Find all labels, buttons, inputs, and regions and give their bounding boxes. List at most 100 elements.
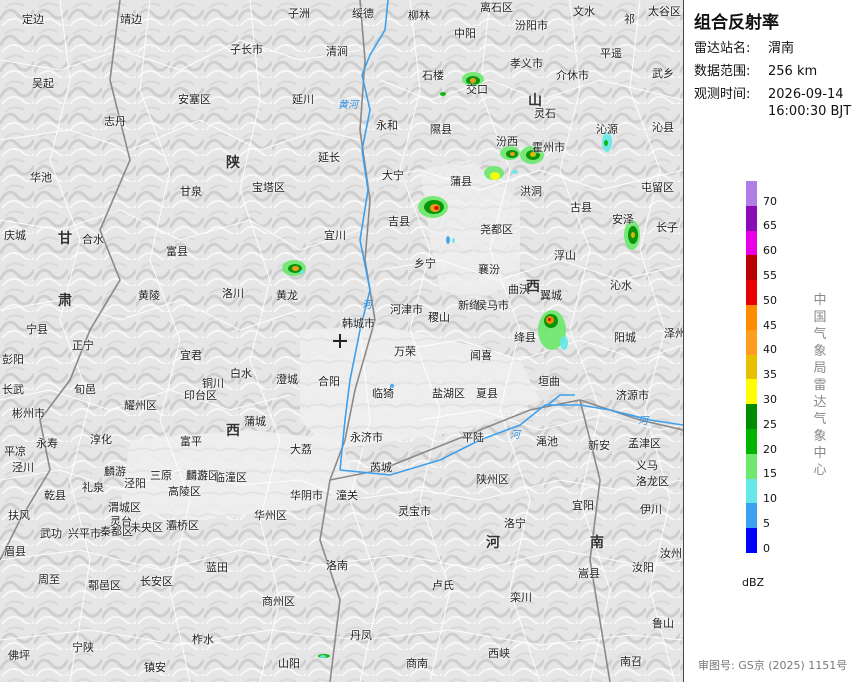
place-label: 靖边 (120, 13, 142, 26)
place-label: 富县 (166, 245, 188, 258)
place-label: 泾川 (12, 461, 34, 474)
place-label: 印台区 (184, 389, 217, 402)
place-label: 庆城 (4, 229, 26, 242)
place-label: 太谷区 (648, 5, 681, 18)
place-label: 宁陕 (72, 641, 94, 654)
place-label: 商南 (406, 657, 428, 670)
legend-swatch (746, 503, 757, 529)
radar-echo (631, 232, 635, 238)
place-label: 古县 (570, 201, 592, 214)
place-label: 栾川 (510, 591, 532, 604)
radar-map[interactable]: 定边 靖边 子洲 绥德 柳林 离石区 文水祁太谷区 中阳 汾阳市 子长市 清涧 孝义市 平遥 吴起 安塞区延… (0, 0, 683, 682)
map-approval-number: 审图号: GS京 (2025) 1151号 (698, 659, 848, 672)
product-title: 组合反射率 (694, 13, 779, 33)
place-label: 平陆 (462, 431, 484, 444)
radar-echo (560, 336, 568, 350)
region-label: 甘 (58, 231, 72, 247)
place-label: 永和 (376, 119, 398, 132)
place-label: 盐湖区 (432, 387, 465, 400)
place-label: 义马 (636, 459, 658, 472)
place-label: 泾阳 (124, 477, 146, 490)
region-label: 陕 (226, 155, 240, 171)
place-label: 翼城 (540, 289, 562, 302)
legend-swatch (746, 429, 757, 455)
place-label: 延川 (292, 93, 314, 106)
radar-echo (440, 92, 446, 96)
radar-site-marker (333, 334, 347, 348)
legend-value: 65 (763, 219, 777, 233)
place-label: 交口 (466, 83, 488, 96)
legend-value: 10 (763, 492, 777, 506)
place-label: 沁源 (596, 123, 618, 136)
place-label: 乡宁 (414, 257, 436, 270)
legend-value: 30 (763, 393, 777, 407)
place-label: 灵石 (534, 107, 556, 120)
legend-swatch (746, 354, 757, 380)
radar-echo (490, 172, 500, 180)
place-label: 闻喜 (470, 349, 492, 362)
range-label: 数据范围: (694, 64, 751, 79)
place-label: 鲁山 (652, 617, 674, 630)
legend-swatch (746, 205, 757, 232)
radar-echo (300, 270, 304, 274)
info-panel: 组合反射率 雷达站名: 渭南 数据范围: 256 km 观测时间: 2026-09-1… (683, 0, 860, 682)
place-label: 黄龙 (276, 289, 298, 302)
legend-value: 70 (763, 194, 777, 208)
place-label: 吴起 (32, 77, 54, 90)
place-label: 合水 (82, 233, 104, 246)
place-label: 万荣 (394, 345, 416, 358)
place-label: 蓝田 (206, 561, 228, 574)
legend-value: 20 (763, 442, 777, 456)
place-label: 周至 (38, 573, 60, 586)
place-label: 清涧 (326, 45, 348, 58)
place-label: 汾阳市 (515, 19, 548, 32)
place-label: 宜君 (180, 349, 202, 362)
range-row: 数据范围: 256 km (694, 63, 817, 80)
radar-echo (452, 238, 455, 243)
place-label: 灵台 (110, 515, 132, 528)
place-label: 武功 (40, 527, 62, 540)
place-label: 华阴市 (290, 489, 323, 502)
place-label: 平凉 (4, 445, 26, 458)
place-label: 济源市 (616, 389, 649, 402)
place-label: 大宁 (382, 169, 404, 182)
place-label: 祁 (624, 13, 635, 26)
legend-swatch (746, 478, 757, 504)
place-label: 孟津区 (628, 437, 661, 450)
place-label: 丹凤 (350, 629, 372, 642)
place-label: 山阳 (278, 657, 300, 670)
place-label: 麟游 (104, 465, 126, 478)
place-label: 鄠邑区 (88, 579, 121, 592)
place-label: 汝阳 (632, 561, 654, 574)
place-label: 富平 (180, 435, 202, 448)
place-label: 宜阳 (572, 499, 594, 512)
legend-value: 55 (763, 269, 777, 283)
place-label: 稷山 (428, 311, 450, 324)
legend-swatch (746, 280, 757, 306)
legend-swatch (746, 404, 757, 430)
place-label: 淳化 (90, 433, 112, 446)
place-label: 韩城市 (342, 317, 375, 330)
place-label: 黄陵 (138, 289, 160, 302)
place-label: 澄城 (276, 373, 298, 386)
legend-value: 50 (763, 293, 777, 307)
radar-echo (510, 152, 515, 156)
legend-swatch (746, 453, 757, 480)
legend-swatch (746, 305, 757, 331)
legend-swatch (746, 181, 757, 207)
place-label: 志丹 (104, 115, 126, 128)
place-label: 商州区 (262, 595, 295, 608)
place-label: 乾县 (44, 489, 66, 502)
place-label: 礼泉 (82, 481, 104, 494)
place-label: 洛龙区 (636, 475, 669, 488)
radar-echo (446, 236, 450, 244)
place-label: 洪洞 (520, 185, 542, 198)
place-label: 南召 (620, 655, 642, 668)
place-label: 子洲 (288, 7, 310, 20)
place-label: 长子 (656, 221, 678, 234)
place-label: 耀州区 (124, 399, 157, 412)
place-label: 正宁 (72, 339, 94, 352)
place-label: 安塞区 (178, 93, 211, 106)
place-label: 华州区 (254, 509, 287, 522)
place-label: 永济市 (350, 431, 383, 444)
